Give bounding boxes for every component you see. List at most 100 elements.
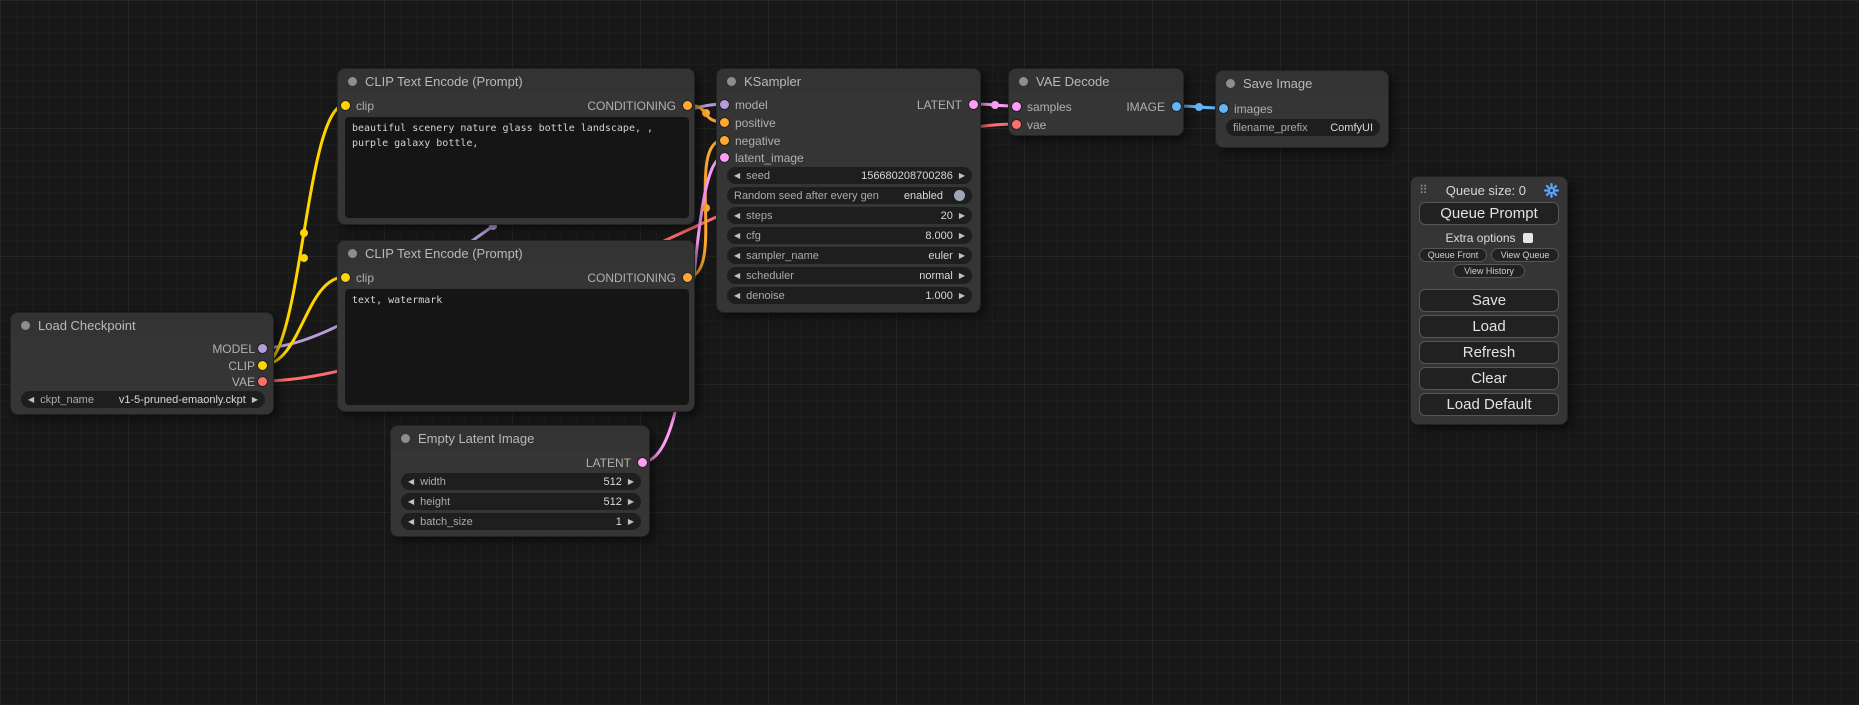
collapse-dot[interactable] (21, 321, 30, 330)
prompt-text-area[interactable]: beautiful scenery nature glass bottle la… (345, 117, 689, 218)
stepper-decrement-icon[interactable]: ◀ (408, 513, 414, 530)
stepper-increment-icon[interactable]: ▶ (628, 493, 634, 510)
stepper-increment-icon[interactable]: ▶ (628, 513, 634, 530)
scheduler-combo[interactable]: ◀ scheduler normal ▶ (727, 267, 972, 284)
node-title: Load Checkpoint (38, 318, 136, 333)
output-port-latent[interactable] (969, 100, 978, 109)
output-port-conditioning[interactable] (683, 101, 692, 110)
widget-label: height (420, 496, 450, 508)
extra-options-checkbox[interactable] (1523, 233, 1533, 243)
node-title-bar[interactable]: Load Checkpoint (11, 313, 273, 337)
graph-canvas[interactable]: { "icons": { "arrow_left": "◀", "arrow_r… (0, 0, 1859, 705)
combo-prev-icon[interactable]: ◀ (734, 267, 740, 284)
batch-size-stepper[interactable]: ◀ batch_size 1 ▶ (401, 513, 641, 530)
cfg-stepper[interactable]: ◀ cfg 8.000 ▶ (727, 227, 972, 244)
widget-label: sampler_name (746, 250, 819, 262)
stepper-increment-icon[interactable]: ▶ (959, 167, 965, 184)
collapse-dot[interactable] (348, 77, 357, 86)
stepper-increment-icon[interactable]: ▶ (959, 227, 965, 244)
collapse-dot[interactable] (1226, 79, 1235, 88)
node-title-bar[interactable]: VAE Decode (1009, 69, 1183, 93)
input-label-model: model (735, 97, 768, 113)
input-port-clip[interactable] (341, 273, 350, 282)
steps-stepper[interactable]: ◀ steps 20 ▶ (727, 207, 972, 224)
widget-value: normal (919, 270, 953, 282)
output-port-clip[interactable] (258, 361, 267, 370)
refresh-button[interactable]: Refresh (1419, 341, 1559, 364)
stepper-increment-icon[interactable]: ▶ (959, 287, 965, 304)
node-title: Empty Latent Image (418, 431, 534, 446)
denoise-stepper[interactable]: ◀ denoise 1.000 ▶ (727, 287, 972, 304)
stepper-increment-icon[interactable]: ▶ (959, 207, 965, 224)
clear-button[interactable]: Clear (1419, 367, 1559, 390)
output-port-vae[interactable] (258, 377, 267, 386)
toggle-ball-icon[interactable] (954, 190, 965, 201)
view-queue-button[interactable]: View Queue (1491, 248, 1559, 262)
stepper-decrement-icon[interactable]: ◀ (734, 227, 740, 244)
view-history-button[interactable]: View History (1453, 264, 1525, 278)
input-port-latent-image[interactable] (720, 153, 729, 162)
ckpt-name-combo[interactable]: ◀ ckpt_name v1-5-pruned-emaonly.ckpt ▶ (21, 391, 265, 408)
stepper-decrement-icon[interactable]: ◀ (408, 493, 414, 510)
output-port-conditioning[interactable] (683, 273, 692, 282)
prompt-text-area[interactable]: text, watermark (345, 289, 689, 405)
combo-next-icon[interactable]: ▶ (252, 391, 258, 408)
input-port-images[interactable] (1219, 104, 1228, 113)
input-port-samples[interactable] (1012, 102, 1021, 111)
node-clip-text-encode-positive: CLIP Text Encode (Prompt) clip CONDITION… (337, 68, 695, 225)
settings-gear-icon[interactable] (1544, 183, 1559, 198)
random-seed-toggle[interactable]: Random seed after every gen enabled (727, 187, 972, 204)
output-port-model[interactable] (258, 344, 267, 353)
input-port-clip[interactable] (341, 101, 350, 110)
combo-prev-icon[interactable]: ◀ (734, 247, 740, 264)
stepper-increment-icon[interactable]: ▶ (628, 473, 634, 490)
output-port-latent[interactable] (638, 458, 647, 467)
stepper-decrement-icon[interactable]: ◀ (408, 473, 414, 490)
collapse-dot[interactable] (727, 77, 736, 86)
stepper-decrement-icon[interactable]: ◀ (734, 287, 740, 304)
wire-midpoint-dot (300, 229, 308, 237)
output-label-vae: VAE (232, 374, 255, 390)
widget-label: Random seed after every gen (734, 190, 879, 202)
save-button[interactable]: Save (1419, 289, 1559, 312)
input-port-negative[interactable] (720, 136, 729, 145)
input-port-positive[interactable] (720, 118, 729, 127)
wire-midpoint-dot (991, 101, 999, 109)
widget-value: 20 (941, 210, 953, 222)
menu-drag-handle-icon[interactable]: ⠿ (1419, 183, 1428, 197)
seed-stepper[interactable]: ◀ seed 156680208700286 ▶ (727, 167, 972, 184)
combo-prev-icon[interactable]: ◀ (28, 391, 34, 408)
stepper-decrement-icon[interactable]: ◀ (734, 167, 740, 184)
node-title-bar[interactable]: Save Image (1216, 71, 1388, 95)
collapse-dot[interactable] (1019, 77, 1028, 86)
input-port-vae[interactable] (1012, 120, 1021, 129)
input-label-vae: vae (1027, 117, 1046, 133)
extra-options-label: Extra options (1445, 231, 1515, 245)
combo-next-icon[interactable]: ▶ (959, 267, 965, 284)
widget-value: 8.000 (925, 230, 953, 242)
height-stepper[interactable]: ◀ height 512 ▶ (401, 493, 641, 510)
output-port-image[interactable] (1172, 102, 1181, 111)
queue-prompt-button[interactable]: Queue Prompt (1419, 202, 1559, 225)
load-button[interactable]: Load (1419, 315, 1559, 338)
widget-label: filename_prefix (1233, 122, 1308, 134)
filename-prefix-field[interactable]: filename_prefix ComfyUI (1226, 119, 1380, 136)
combo-next-icon[interactable]: ▶ (959, 247, 965, 264)
collapse-dot[interactable] (348, 249, 357, 258)
node-title-bar[interactable]: CLIP Text Encode (Prompt) (338, 241, 694, 265)
queue-front-button[interactable]: Queue Front (1419, 248, 1487, 262)
widget-label: ckpt_name (40, 394, 94, 406)
widget-value: euler (928, 250, 952, 262)
sampler-name-combo[interactable]: ◀ sampler_name euler ▶ (727, 247, 972, 264)
node-title-bar[interactable]: KSampler (717, 69, 980, 93)
node-ksampler: KSampler model positive negative latent_… (716, 68, 981, 313)
input-port-model[interactable] (720, 100, 729, 109)
widget-value: 1.000 (925, 290, 953, 302)
width-stepper[interactable]: ◀ width 512 ▶ (401, 473, 641, 490)
node-empty-latent-image: Empty Latent Image LATENT ◀ width 512 ▶ … (390, 425, 650, 537)
node-title-bar[interactable]: CLIP Text Encode (Prompt) (338, 69, 694, 93)
node-title-bar[interactable]: Empty Latent Image (391, 426, 649, 450)
collapse-dot[interactable] (401, 434, 410, 443)
stepper-decrement-icon[interactable]: ◀ (734, 207, 740, 224)
load-default-button[interactable]: Load Default (1419, 393, 1559, 416)
